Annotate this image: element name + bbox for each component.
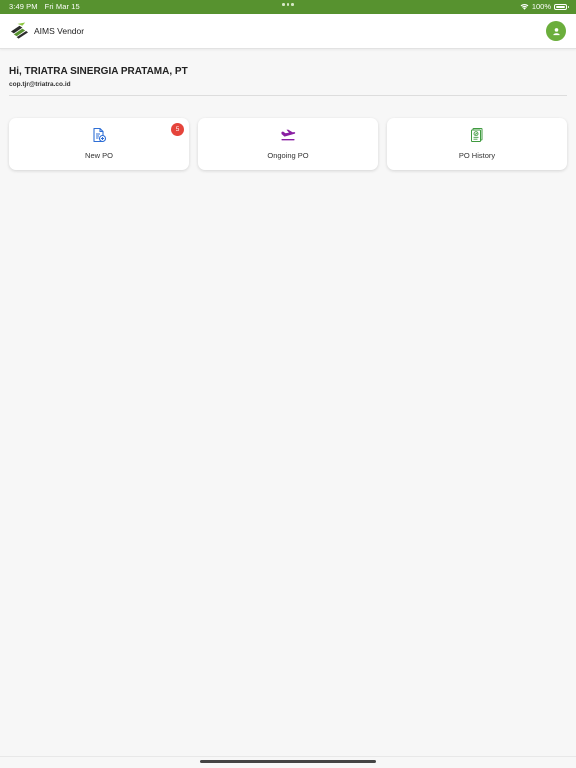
status-time: 3:49 PM bbox=[9, 2, 38, 11]
home-indicator[interactable] bbox=[200, 760, 376, 763]
aims-logo-icon bbox=[10, 22, 29, 39]
user-icon bbox=[552, 27, 560, 35]
plane-icon bbox=[281, 129, 296, 141]
status-bar: 3:49 PM Fri Mar 15 100% bbox=[0, 0, 576, 14]
app-screen: 3:49 PM Fri Mar 15 100% AIMS Vendor Hi, … bbox=[0, 0, 576, 768]
po-history-label: PO History bbox=[458, 151, 496, 160]
status-right: 100% bbox=[520, 2, 569, 11]
app-bar: AIMS Vendor bbox=[0, 14, 576, 49]
app-title: AIMS Vendor bbox=[34, 26, 85, 36]
multitasking-dots-icon[interactable] bbox=[282, 3, 294, 6]
profile-button[interactable] bbox=[546, 21, 566, 41]
ongoing-po-label: Ongoing PO bbox=[267, 151, 309, 160]
user-email: cop.tjr@triatra.co.id bbox=[9, 81, 71, 88]
battery-icon bbox=[554, 3, 569, 10]
bottom-divider bbox=[0, 756, 576, 757]
new-document-icon bbox=[93, 127, 107, 143]
new-po-label: New PO bbox=[85, 151, 113, 160]
new-po-badge: 5 bbox=[171, 123, 184, 136]
greeting-section: Hi, TRIATRA SINERGIA PRATAMA, PT cop.tjr… bbox=[9, 66, 567, 88]
divider bbox=[9, 95, 567, 96]
ongoing-po-card[interactable]: Ongoing PO bbox=[198, 118, 378, 170]
wifi-icon bbox=[520, 3, 529, 10]
battery-fill bbox=[556, 5, 565, 8]
po-history-card[interactable]: PO History bbox=[387, 118, 567, 170]
status-time-date: 3:49 PM Fri Mar 15 bbox=[9, 2, 80, 11]
greeting-text: Hi, TRIATRA SINERGIA PRATAMA, PT bbox=[9, 66, 188, 77]
battery-percent: 100% bbox=[531, 2, 551, 11]
new-po-card[interactable]: New PO 5 bbox=[9, 118, 189, 170]
history-document-icon bbox=[471, 128, 483, 142]
status-date: Fri Mar 15 bbox=[44, 2, 80, 11]
